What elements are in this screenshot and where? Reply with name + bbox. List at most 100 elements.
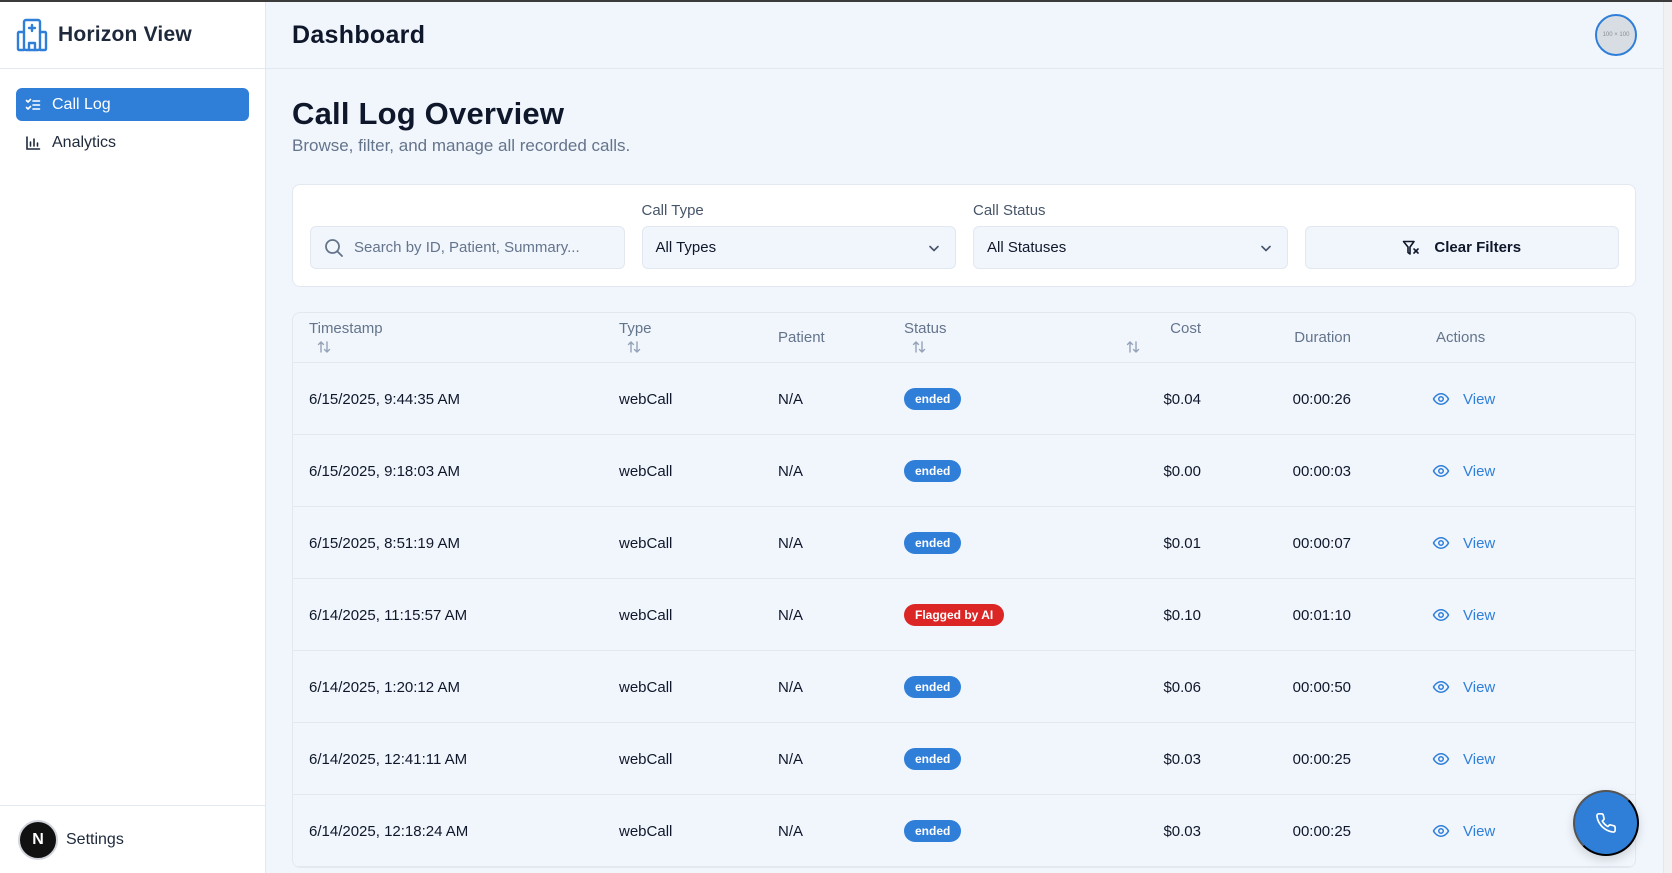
table-row[interactable]: 6/15/2025, 8:51:19 AM webCall N/A ended $0.0… — [293, 507, 1635, 579]
view-button[interactable]: View — [1432, 462, 1495, 480]
page-subtitle: Browse, filter, and manage all recorded … — [292, 136, 631, 155]
table-row[interactable]: 6/14/2025, 12:18:24 AM webCall N/A ended $0.… — [293, 795, 1635, 867]
cell-cost: $0.00 — [1163, 462, 1201, 480]
main-content: Dashboard 100 × 100 Call Log Overview Br… — [266, 2, 1663, 873]
view-button[interactable]: View — [1432, 534, 1495, 552]
view-button[interactable]: View — [1432, 678, 1495, 696]
view-button[interactable]: View — [1432, 606, 1495, 624]
view-label: View — [1463, 462, 1496, 480]
eye-icon — [1432, 822, 1450, 840]
cell-type: webCall — [619, 390, 673, 408]
cell-patient: N/A — [778, 822, 804, 840]
view-label: View — [1463, 606, 1496, 624]
status-badge: ended — [904, 676, 962, 698]
cell-type: webCall — [619, 462, 673, 480]
header-title: Dashboard — [292, 20, 426, 49]
table-body: 6/15/2025, 9:44:35 AM webCall N/A ended $0.0… — [293, 363, 1635, 867]
cell-cost: $0.01 — [1163, 534, 1201, 552]
eye-icon — [1432, 678, 1450, 696]
table-row[interactable]: 6/14/2025, 12:41:11 AM webCall N/A ended $0.… — [293, 723, 1635, 795]
table-row[interactable]: 6/15/2025, 9:18:03 AM webCall N/A ended $0.0… — [293, 435, 1635, 507]
cell-duration: 00:00:03 — [1292, 462, 1351, 480]
column-header-cost[interactable]: Cost — [1151, 320, 1201, 337]
search-icon — [324, 238, 344, 258]
search-box[interactable] — [310, 226, 625, 269]
sort-icon[interactable] — [317, 340, 331, 359]
column-header-status[interactable]: Status — [904, 320, 947, 337]
user-avatar[interactable]: 100 × 100 — [1595, 14, 1637, 56]
sidebar: Horizon View Call Log Analytics N Settin… — [0, 2, 266, 873]
sidebar-nav: Call Log Analytics — [0, 69, 265, 159]
column-header-actions: Actions — [1436, 329, 1486, 346]
chevron-down-icon — [1259, 241, 1273, 255]
call-status-filter: Call Status All Statuses — [973, 202, 1288, 269]
column-header-timestamp[interactable]: Timestamp — [309, 320, 383, 337]
column-header-duration: Duration — [1294, 329, 1351, 346]
view-label: View — [1463, 750, 1496, 768]
view-button[interactable]: View — [1432, 822, 1495, 840]
cell-cost: $0.03 — [1163, 822, 1201, 840]
cell-cost: $0.06 — [1163, 678, 1201, 696]
status-badge: ended — [904, 820, 962, 842]
filter-x-icon — [1402, 239, 1420, 257]
clear-filters-button[interactable]: Clear Filters — [1304, 226, 1619, 269]
view-label: View — [1463, 534, 1496, 552]
phone-icon — [1595, 812, 1617, 834]
column-header-patient: Patient — [778, 329, 825, 346]
cell-timestamp: 6/14/2025, 12:41:11 AM — [309, 750, 468, 768]
cell-patient: N/A — [778, 534, 804, 552]
call-status-value: All Statuses — [987, 239, 1067, 256]
view-label: View — [1463, 390, 1496, 408]
sidebar-item-analytics[interactable]: Analytics — [16, 126, 249, 159]
cell-timestamp: 6/14/2025, 11:15:57 AM — [309, 606, 468, 624]
cell-patient: N/A — [778, 390, 804, 408]
call-fab-button[interactable] — [1573, 790, 1639, 856]
cell-duration: 00:00:26 — [1292, 390, 1351, 408]
sort-icon[interactable] — [627, 340, 641, 359]
cell-cost: $0.03 — [1163, 750, 1201, 768]
bar-chart-icon — [24, 134, 42, 152]
eye-icon — [1432, 462, 1450, 480]
settings-label: Settings — [66, 830, 124, 848]
cell-type: webCall — [619, 750, 673, 768]
cell-type: webCall — [619, 606, 673, 624]
view-button[interactable]: View — [1432, 390, 1495, 408]
sidebar-item-call-log[interactable]: Call Log — [16, 88, 249, 121]
cell-duration: 00:00:25 — [1292, 822, 1351, 840]
cell-cost: $0.10 — [1163, 606, 1201, 624]
cell-type: webCall — [619, 822, 673, 840]
filter-bar: Call Type All Types Call Status All Stat… — [292, 184, 1636, 287]
search-input[interactable] — [354, 239, 614, 256]
brand[interactable]: Horizon View — [0, 2, 265, 69]
sort-icon[interactable] — [1126, 340, 1140, 359]
table-row[interactable]: 6/14/2025, 1:20:12 AM webCall N/A ended $0.0… — [293, 651, 1635, 723]
view-label: View — [1463, 822, 1496, 840]
call-type-label: Call Type — [641, 202, 704, 219]
table-row[interactable]: 6/15/2025, 9:44:35 AM webCall N/A ended $0.0… — [293, 363, 1635, 435]
status-badge: ended — [904, 532, 962, 554]
call-status-select[interactable]: All Statuses — [973, 226, 1288, 269]
cell-timestamp: 6/15/2025, 9:18:03 AM — [309, 462, 460, 480]
page-scrollbar[interactable] — [1663, 2, 1672, 873]
hospital-icon — [16, 18, 48, 52]
cell-timestamp: 6/15/2025, 8:51:19 AM — [309, 534, 460, 552]
column-header-type[interactable]: Type — [619, 320, 652, 337]
settings-link[interactable]: N Settings — [0, 805, 265, 873]
page-title: Call Log Overview — [292, 96, 565, 131]
status-badge: ended — [904, 460, 962, 482]
chevron-down-icon — [927, 241, 941, 255]
cell-timestamp: 6/14/2025, 1:20:12 AM — [309, 678, 460, 696]
sidebar-item-label: Analytics — [52, 133, 117, 151]
status-badge: Flagged by AI — [904, 604, 1005, 626]
cell-patient: N/A — [778, 462, 804, 480]
sort-icon[interactable] — [912, 340, 926, 359]
list-checks-icon — [24, 96, 42, 114]
top-header: Dashboard 100 × 100 — [266, 2, 1663, 69]
call-type-select[interactable]: All Types — [641, 226, 956, 269]
status-badge: ended — [904, 388, 962, 410]
cell-patient: N/A — [778, 606, 804, 624]
call-type-value: All Types — [655, 239, 717, 256]
view-button[interactable]: View — [1432, 750, 1495, 768]
table-row[interactable]: 6/14/2025, 11:15:57 AM webCall N/A Flagged … — [293, 579, 1635, 651]
status-badge: ended — [904, 748, 962, 770]
